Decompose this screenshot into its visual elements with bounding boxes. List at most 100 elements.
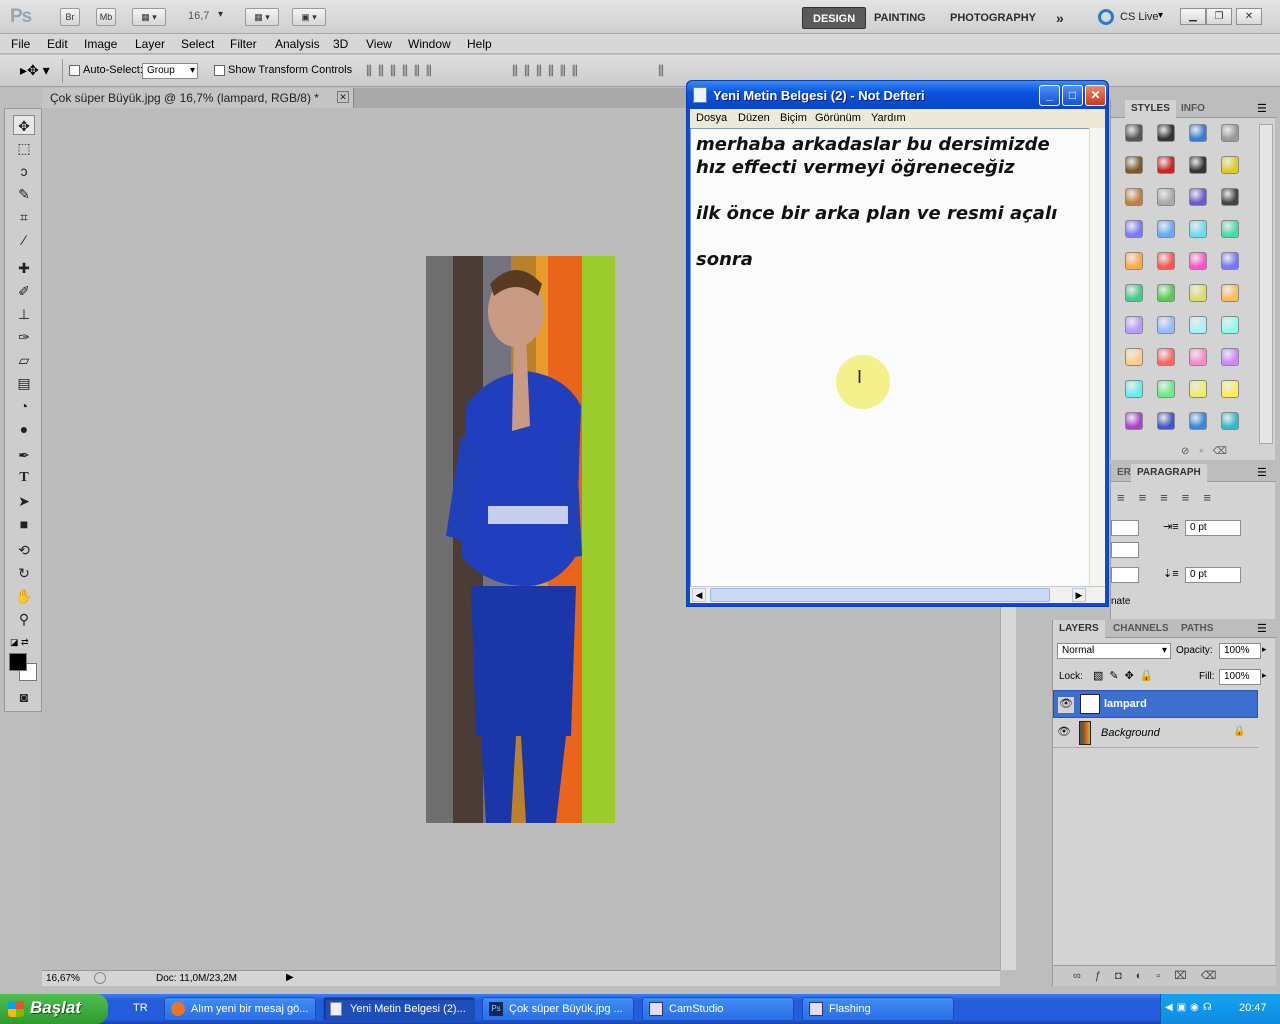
layer-row-lampard[interactable]: 👁 lampard bbox=[1053, 690, 1258, 718]
style-swatch[interactable] bbox=[1157, 316, 1175, 334]
close-button[interactable]: ✕ bbox=[1236, 8, 1262, 25]
fill-field[interactable]: 100% bbox=[1219, 669, 1261, 685]
menu-layer[interactable]: Layer bbox=[135, 37, 165, 51]
style-swatch[interactable] bbox=[1125, 252, 1143, 270]
foreground-color-swatch[interactable] bbox=[9, 653, 27, 671]
indent-right-field[interactable]: 0 pt bbox=[1185, 520, 1241, 536]
style-swatch[interactable] bbox=[1189, 348, 1207, 366]
dodge-tool-icon[interactable]: ● bbox=[13, 419, 35, 439]
layers-footer-icons[interactable]: ∞ƒ◘◐▫⌧⌫ bbox=[1073, 969, 1230, 982]
blur-tool-icon[interactable]: ◔ bbox=[13, 396, 35, 416]
fill-arrow-icon[interactable]: ▸ bbox=[1262, 670, 1267, 681]
style-swatch[interactable] bbox=[1157, 124, 1175, 142]
auto-select-checkbox[interactable] bbox=[69, 65, 80, 76]
scroll-thumb[interactable] bbox=[710, 588, 1050, 602]
style-swatch[interactable] bbox=[1157, 220, 1175, 238]
lasso-tool-icon[interactable]: ↄ bbox=[13, 161, 35, 181]
tab-layers[interactable]: LAYERS bbox=[1053, 620, 1105, 638]
layer-name[interactable]: lampard bbox=[1104, 698, 1147, 710]
styles-footer-icons[interactable]: ⊘▫⌫ bbox=[1181, 446, 1237, 457]
marquee-tool-icon[interactable]: ⬚ bbox=[13, 138, 35, 158]
indent-left-field[interactable] bbox=[1111, 520, 1139, 536]
menu-edit[interactable]: Edit bbox=[47, 37, 68, 51]
style-swatch[interactable] bbox=[1125, 124, 1143, 142]
blend-mode-dropdown[interactable]: Normal ▾ bbox=[1057, 643, 1171, 659]
close-button[interactable]: ✕ bbox=[1085, 85, 1106, 106]
menu-3d[interactable]: 3D bbox=[333, 37, 348, 51]
style-swatch[interactable] bbox=[1125, 188, 1143, 206]
lock-icons[interactable]: ▧✎✥🔒 bbox=[1093, 669, 1160, 682]
style-swatch[interactable] bbox=[1157, 188, 1175, 206]
style-swatch[interactable] bbox=[1189, 316, 1207, 334]
cs-live-button[interactable]: CS Live bbox=[1120, 11, 1159, 23]
task-photoshop[interactable]: Ps Çok süper Büyük.jpg ... bbox=[482, 997, 634, 1021]
style-swatch[interactable] bbox=[1189, 188, 1207, 206]
tab-paragraph[interactable]: PARAGRAPH bbox=[1131, 464, 1207, 482]
eraser-tool-icon[interactable]: ▱ bbox=[13, 350, 35, 370]
panel-menu-icon[interactable]: ☰ bbox=[1257, 622, 1267, 635]
default-colors-icon[interactable]: ◪ ⇄ bbox=[10, 637, 29, 648]
workspace-photography[interactable]: PHOTOGRAPHY bbox=[940, 7, 1046, 29]
task-camstudio[interactable]: CamStudio bbox=[642, 997, 794, 1021]
shape-tool-icon[interactable]: ■ bbox=[13, 514, 35, 534]
panel-menu-icon[interactable]: ☰ bbox=[1257, 102, 1267, 115]
menu-image[interactable]: Image bbox=[84, 37, 117, 51]
path-selection-tool-icon[interactable]: ➤ bbox=[13, 491, 35, 511]
align-buttons[interactable]: ⫼⫼⫼⫼⫼⫼ bbox=[366, 63, 438, 79]
arrange-documents-button[interactable]: ▦ ▾ bbox=[245, 8, 279, 26]
history-brush-tool-icon[interactable]: ✑ bbox=[13, 327, 35, 347]
show-transform-checkbox[interactable] bbox=[214, 65, 225, 76]
chevron-down-icon[interactable]: ▾ bbox=[218, 9, 223, 20]
status-info-icon[interactable] bbox=[94, 972, 106, 984]
tab-paths[interactable]: PATHS bbox=[1175, 620, 1219, 638]
3d-orbit-tool-icon[interactable]: ↻ bbox=[13, 563, 35, 583]
mini-bridge-button[interactable]: Mb bbox=[96, 8, 116, 26]
task-notepad[interactable]: Yeni Metin Belgesi (2)... bbox=[323, 997, 475, 1021]
style-swatch[interactable] bbox=[1189, 156, 1207, 174]
space-after-field[interactable]: 0 pt bbox=[1185, 567, 1241, 583]
type-tool-icon[interactable]: T bbox=[13, 468, 35, 488]
layer-row-background[interactable]: 👁 Background 🔒 bbox=[1053, 718, 1258, 748]
indent-first-field[interactable] bbox=[1111, 542, 1139, 558]
style-swatch[interactable] bbox=[1221, 284, 1239, 302]
style-swatch[interactable] bbox=[1189, 220, 1207, 238]
distribute-buttons[interactable]: ⫼⫼⫼⫼⫼⫼ bbox=[512, 63, 584, 79]
document-tab[interactable]: Çok süper Büyük.jpg @ 16,7% (lampard, RG… bbox=[42, 88, 354, 108]
zoom-status[interactable]: 16,67% bbox=[46, 973, 80, 984]
style-swatch[interactable] bbox=[1157, 252, 1175, 270]
quick-select-tool-icon[interactable]: ✎ bbox=[13, 184, 35, 204]
eye-icon[interactable]: 👁 bbox=[1058, 697, 1074, 713]
view-extras-button[interactable]: ▦ ▾ bbox=[132, 8, 166, 26]
panel-menu-icon[interactable]: ☰ bbox=[1257, 466, 1267, 479]
style-swatch[interactable] bbox=[1125, 220, 1143, 238]
style-swatch[interactable] bbox=[1221, 188, 1239, 206]
opacity-field[interactable]: 100% bbox=[1219, 643, 1261, 659]
style-swatch[interactable] bbox=[1157, 380, 1175, 398]
opacity-arrow-icon[interactable]: ▸ bbox=[1262, 644, 1267, 655]
restore-button[interactable]: ❐ bbox=[1206, 8, 1232, 25]
paragraph-align-buttons[interactable]: ≡≡≡≡≡ bbox=[1117, 490, 1225, 505]
style-swatch[interactable] bbox=[1221, 412, 1239, 430]
style-swatch[interactable] bbox=[1221, 220, 1239, 238]
healing-brush-tool-icon[interactable]: ✚ bbox=[13, 258, 35, 278]
style-swatch[interactable] bbox=[1189, 252, 1207, 270]
start-button[interactable]: Başlat bbox=[0, 994, 108, 1024]
language-indicator[interactable]: TR bbox=[133, 1002, 148, 1014]
styles-scrollbar[interactable] bbox=[1259, 124, 1273, 444]
zoom-level-field[interactable]: 16,7 bbox=[188, 10, 209, 22]
style-swatch[interactable] bbox=[1221, 156, 1239, 174]
auto-align-button[interactable]: ⫼ bbox=[658, 63, 664, 79]
style-swatch[interactable] bbox=[1125, 348, 1143, 366]
quick-mask-icon[interactable]: ◙ bbox=[13, 687, 35, 707]
workspace-painting[interactable]: PAINTING bbox=[864, 7, 936, 29]
style-swatch[interactable] bbox=[1221, 124, 1239, 142]
gradient-tool-icon[interactable]: ▤ bbox=[13, 373, 35, 393]
style-swatch[interactable] bbox=[1125, 316, 1143, 334]
style-swatch[interactable] bbox=[1157, 412, 1175, 430]
menu-dosya[interactable]: Dosya bbox=[696, 112, 727, 124]
style-swatch[interactable] bbox=[1221, 252, 1239, 270]
notepad-vertical-scrollbar[interactable] bbox=[1089, 128, 1105, 586]
more-workspaces-button[interactable]: » bbox=[1046, 7, 1074, 29]
maximize-button[interactable]: □ bbox=[1062, 85, 1083, 106]
screen-mode-button[interactable]: ▣ ▾ bbox=[292, 8, 326, 26]
